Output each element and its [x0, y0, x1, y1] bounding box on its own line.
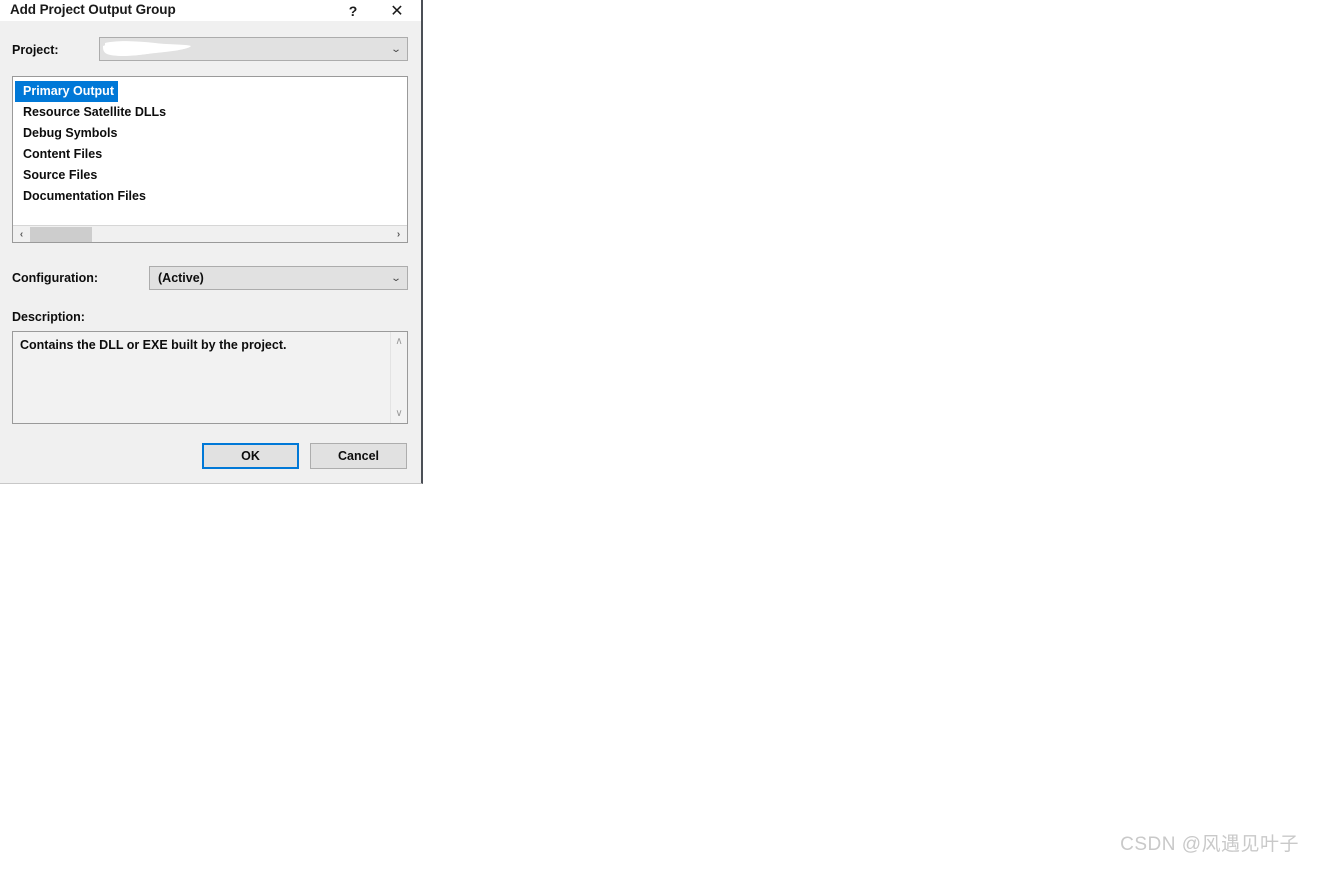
list-item-label: Documentation Files	[23, 188, 146, 203]
description-textbox[interactable]: Contains the DLL or EXE built by the pro…	[12, 331, 408, 424]
description-label: Description:	[12, 310, 85, 324]
list-item[interactable]: Resource Satellite DLLs	[13, 102, 407, 123]
list-item-label: Resource Satellite DLLs	[23, 104, 167, 119]
chevron-down-icon: ⌄	[390, 43, 402, 55]
list-item-label: Source Files	[23, 167, 98, 182]
project-label: Project:	[12, 43, 59, 57]
configuration-combobox[interactable]: (Active) ⌄	[149, 266, 408, 290]
scroll-down-icon[interactable]: ∨	[391, 405, 407, 422]
ok-button[interactable]: OK	[202, 443, 299, 469]
close-icon[interactable]: ✕	[377, 0, 417, 21]
dialog-title: Add Project Output Group	[10, 2, 176, 17]
description-vertical-scrollbar[interactable]: ∧ ∨	[390, 332, 407, 423]
list-item-label: Content Files	[23, 146, 103, 161]
list-item-label: Debug Symbols	[23, 125, 118, 140]
list-item-label: Primary Output	[15, 81, 118, 102]
list-item[interactable]: Documentation Files	[13, 186, 407, 207]
chevron-down-icon: ⌄	[390, 272, 402, 284]
list-item[interactable]: Debug Symbols	[13, 123, 407, 144]
redaction-brush-stroke	[103, 41, 191, 56]
output-groups-list: Primary Output Resource Satellite DLLs D…	[13, 77, 407, 207]
configuration-combobox-value: (Active)	[158, 271, 204, 285]
scrollbar-thumb[interactable]	[30, 226, 92, 242]
cancel-button[interactable]: Cancel	[310, 443, 407, 469]
listbox-horizontal-scrollbar[interactable]: ‹ ›	[13, 225, 407, 242]
list-item[interactable]: Content Files	[13, 144, 407, 165]
list-item[interactable]: Primary Output	[13, 81, 407, 102]
description-text: Contains the DLL or EXE built by the pro…	[20, 338, 287, 352]
scroll-left-icon[interactable]: ‹	[13, 229, 30, 240]
configuration-label: Configuration:	[12, 271, 99, 285]
scrollbar-track[interactable]	[30, 226, 390, 243]
dialog-titlebar: Add Project Output Group ? ✕	[0, 0, 421, 21]
add-project-output-group-dialog: Add Project Output Group ? ✕ Project: ⌄ …	[0, 0, 423, 484]
scroll-up-icon[interactable]: ∧	[391, 333, 407, 350]
help-icon[interactable]: ?	[333, 0, 373, 21]
output-groups-listbox[interactable]: Primary Output Resource Satellite DLLs D…	[12, 76, 408, 243]
csdn-watermark: CSDN @风遇见叶子	[1120, 834, 1299, 855]
project-combobox[interactable]: ⌄	[99, 37, 408, 61]
scroll-right-icon[interactable]: ›	[390, 229, 407, 240]
list-item[interactable]: Source Files	[13, 165, 407, 186]
